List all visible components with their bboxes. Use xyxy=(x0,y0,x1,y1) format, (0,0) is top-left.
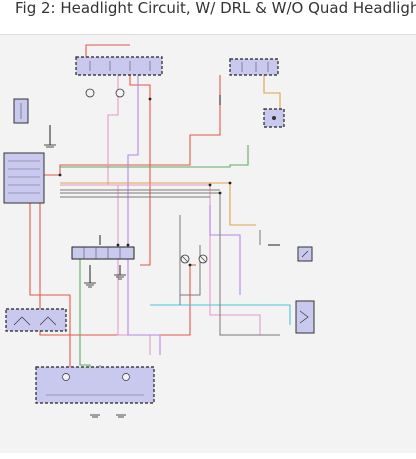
page-title: Fig 2: Headlight Circuit, W/ DRL & W/O Q… xyxy=(0,0,416,34)
headlamp-left xyxy=(180,254,190,264)
body-control-module-left xyxy=(3,152,45,204)
wiring-diagram-sheet xyxy=(0,34,416,453)
headlamp-switch xyxy=(5,308,67,332)
dimmer-relay-right xyxy=(297,246,313,262)
park-lamp-left xyxy=(85,88,95,98)
module-small-right xyxy=(263,108,285,128)
relay-block-top-right xyxy=(229,58,279,76)
wire-gray xyxy=(60,189,280,336)
junction-connector-middle xyxy=(71,246,135,260)
park-lamp-right xyxy=(115,88,125,98)
wiring-diagram xyxy=(3,44,315,418)
wire-orange xyxy=(60,75,281,226)
fuse-small-left xyxy=(13,98,29,124)
fuse-block-top xyxy=(75,56,163,76)
splice-dots xyxy=(58,97,232,267)
wire-violet xyxy=(127,75,241,355)
instrument-cluster-bottom xyxy=(35,366,155,404)
headlamp-right xyxy=(198,254,208,264)
multifunction-switch xyxy=(295,300,315,334)
